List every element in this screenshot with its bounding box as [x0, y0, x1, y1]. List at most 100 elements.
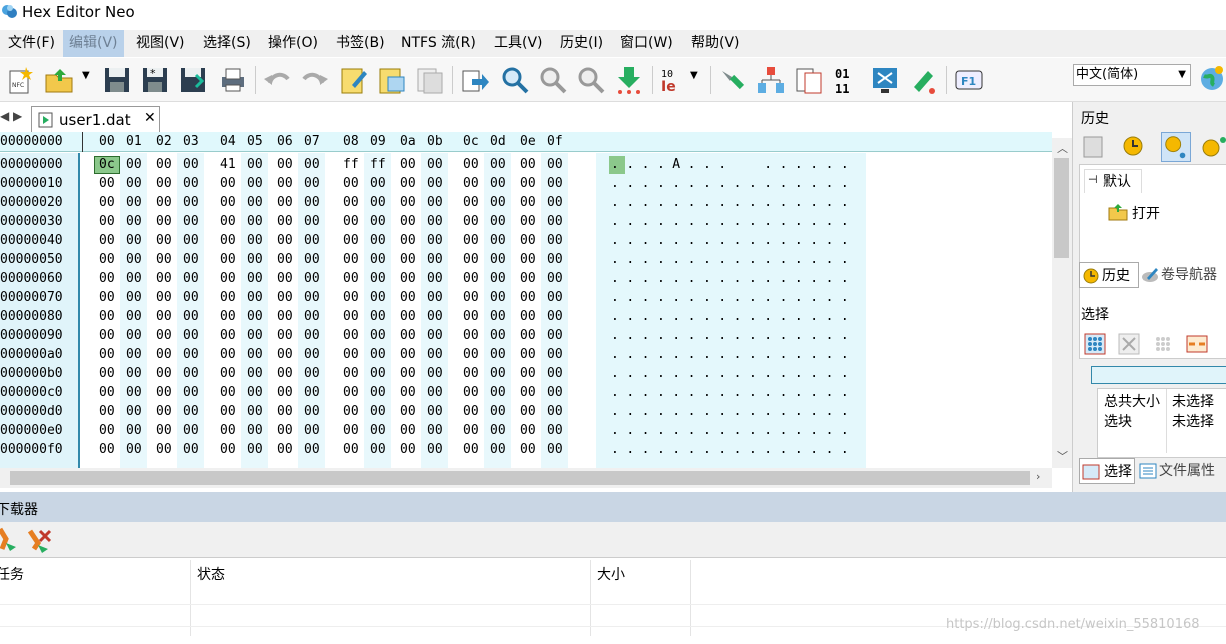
column-header-size[interactable]: 大小	[597, 564, 625, 584]
hex-byte[interactable]: 00	[183, 233, 207, 248]
hex-byte[interactable]: 00	[400, 214, 424, 229]
hex-byte[interactable]: 00	[463, 195, 487, 210]
hex-byte[interactable]: 00	[99, 309, 123, 324]
hex-byte[interactable]: 00	[247, 195, 271, 210]
goto-icon[interactable]	[614, 65, 644, 95]
hex-byte[interactable]: 00	[547, 252, 571, 267]
text-row[interactable]: ................	[611, 252, 856, 267]
hex-byte[interactable]: 00	[343, 442, 367, 457]
close-tab-icon[interactable]: ✕	[144, 110, 156, 126]
horizontal-scroll-thumb[interactable]	[10, 471, 1030, 485]
hex-byte[interactable]: 00	[126, 404, 150, 419]
save-icon[interactable]	[102, 65, 132, 95]
hex-byte[interactable]: 00	[220, 442, 244, 457]
hex-byte[interactable]: 00	[427, 252, 451, 267]
hex-byte[interactable]: 00	[547, 442, 571, 457]
hex-byte[interactable]: 00	[183, 366, 207, 381]
hex-byte[interactable]: 00	[343, 328, 367, 343]
hex-byte[interactable]: 00	[220, 176, 244, 191]
hex-byte[interactable]: 00	[304, 309, 328, 324]
hex-byte[interactable]: 00	[520, 404, 544, 419]
menu-view[interactable]: 视图(V)	[130, 30, 191, 57]
hex-byte[interactable]: 00	[99, 290, 123, 305]
hex-byte[interactable]: 00	[520, 309, 544, 324]
hex-byte[interactable]: 00	[520, 214, 544, 229]
hex-byte[interactable]: 00	[277, 157, 301, 172]
encoding-dropdown-chevron-icon[interactable]: ▼	[690, 70, 702, 100]
text-row[interactable]: ................	[611, 195, 856, 210]
hex-byte[interactable]: 00	[343, 271, 367, 286]
hex-byte[interactable]: 00	[520, 157, 544, 172]
hex-byte[interactable]: 00	[370, 252, 394, 267]
hex-byte[interactable]: 00	[183, 404, 207, 419]
hex-byte[interactable]: 00	[126, 252, 150, 267]
print-icon[interactable]	[218, 65, 248, 95]
hex-byte[interactable]: 00	[304, 347, 328, 362]
deselect-icon[interactable]	[1117, 332, 1141, 356]
hex-byte[interactable]: 00	[490, 404, 514, 419]
hex-byte[interactable]: 00	[99, 328, 123, 343]
hex-byte[interactable]: 00	[427, 423, 451, 438]
hex-byte[interactable]: 00	[126, 309, 150, 324]
hex-byte[interactable]: 00	[547, 385, 571, 400]
hex-byte[interactable]: 00	[156, 442, 180, 457]
hex-byte[interactable]: 00	[304, 214, 328, 229]
hex-byte[interactable]: 00	[490, 309, 514, 324]
hex-byte[interactable]: 00	[400, 347, 424, 362]
hex-byte[interactable]: 00	[427, 214, 451, 229]
hex-byte[interactable]: 00	[247, 157, 271, 172]
hex-byte[interactable]: 00	[427, 309, 451, 324]
hex-byte[interactable]: 00	[126, 271, 150, 286]
hex-byte[interactable]: 00	[220, 366, 244, 381]
hex-byte[interactable]: 00	[304, 404, 328, 419]
hex-byte[interactable]: 00	[220, 404, 244, 419]
hex-byte[interactable]: 00	[156, 195, 180, 210]
hex-byte[interactable]: 00	[370, 366, 394, 381]
encoding-icon[interactable]: 10Ie	[660, 65, 690, 95]
hex-byte[interactable]: 00	[370, 423, 394, 438]
hex-byte[interactable]: 00	[220, 252, 244, 267]
scroll-up-icon[interactable]: ︿	[1057, 140, 1068, 156]
hex-byte[interactable]: 00	[547, 176, 571, 191]
hex-byte[interactable]: 00	[247, 366, 271, 381]
hex-byte[interactable]: 00	[547, 290, 571, 305]
hex-byte[interactable]: 00	[99, 385, 123, 400]
menu-ntfs-streams[interactable]: NTFS 流(R)	[395, 30, 482, 57]
hex-byte[interactable]: 00	[277, 385, 301, 400]
open-dropdown-chevron-icon[interactable]: ▼	[82, 70, 94, 100]
hex-byte[interactable]: 00	[247, 347, 271, 362]
hex-byte[interactable]: 00	[99, 195, 123, 210]
hex-byte[interactable]: 00	[126, 442, 150, 457]
hex-byte[interactable]: 41	[220, 157, 244, 172]
hex-byte[interactable]: 00	[370, 214, 394, 229]
hex-byte[interactable]: 00	[370, 309, 394, 324]
hex-byte[interactable]: 00	[220, 233, 244, 248]
hex-byte[interactable]: 00	[304, 157, 328, 172]
hex-byte[interactable]: 00	[427, 366, 451, 381]
hex-byte[interactable]: 00	[547, 328, 571, 343]
hex-byte[interactable]: 00	[304, 290, 328, 305]
hex-byte[interactable]: 00	[99, 404, 123, 419]
hex-editor-view[interactable]: 00000000 00 01 02 03 04 05 06 07 08 09 0…	[0, 132, 1052, 468]
hex-byte[interactable]: 00	[427, 328, 451, 343]
find-previous-icon[interactable]	[576, 65, 606, 95]
hex-byte[interactable]: 00	[343, 290, 367, 305]
hex-byte[interactable]: 00	[490, 328, 514, 343]
hex-byte[interactable]: 00	[463, 176, 487, 191]
hex-byte[interactable]: 00	[520, 442, 544, 457]
hex-byte[interactable]: 00	[400, 328, 424, 343]
hex-byte[interactable]: 00	[520, 271, 544, 286]
hex-byte[interactable]: 00	[126, 366, 150, 381]
history-item-open[interactable]: 打开	[1108, 203, 1160, 223]
hex-byte[interactable]: 00	[183, 252, 207, 267]
hex-byte[interactable]: 00	[183, 347, 207, 362]
hex-byte[interactable]: 00	[400, 404, 424, 419]
hex-byte[interactable]: 00	[183, 309, 207, 324]
hex-byte[interactable]: 00	[126, 233, 150, 248]
export-icon[interactable]	[460, 65, 490, 95]
hex-byte[interactable]: 00	[400, 195, 424, 210]
select-all-icon[interactable]	[1083, 332, 1107, 356]
hex-byte[interactable]: 00	[490, 195, 514, 210]
hex-byte[interactable]: 00	[520, 233, 544, 248]
hex-byte[interactable]: 00	[463, 233, 487, 248]
